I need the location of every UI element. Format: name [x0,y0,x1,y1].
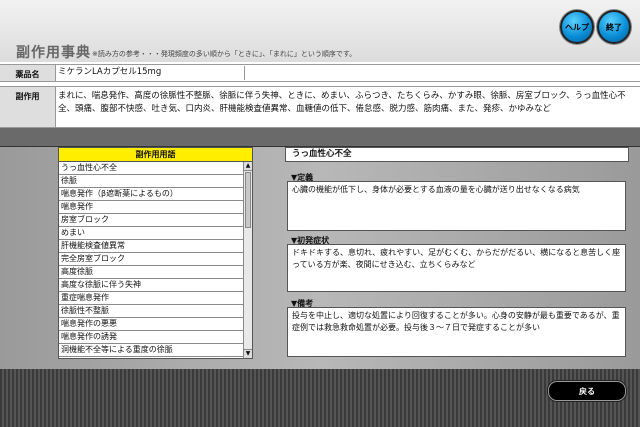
term-list-item[interactable]: 喘息発作の誘発 [59,331,243,344]
term-list-item[interactable]: 喘息発作（β遮断薬によるもの） [59,188,243,201]
term-list-item[interactable]: めまい [59,227,243,240]
symptoms-text: ドキドキする、息切れ、疲れやすい、足がむくむ、からだがだるい、横になると息苦しく… [287,244,626,292]
side-effects-text: まれに、喘息発作、高度の徐脈性不整脈、徐脈に伴う失神、ときに、めまい、ふらつき、… [58,91,626,114]
header: 副作用事典 ※読み方の参考・・・発現頻度の多い順から「ときに」、「まれに」という… [0,0,640,62]
app-window: 副作用事典 ※読み方の参考・・・発現頻度の多い順から「ときに」、「まれに」という… [0,0,640,427]
drug-name-row: 薬品名 ミケランLAカプセル15mg [0,64,640,82]
drug-name-value: ミケランLAカプセル15mg [58,66,245,80]
definition-text: 心臓の機能が低下し、身体が必要とする血液の量を心臓が送り出せなくなる病気 [287,181,626,231]
notes-text: 投与を中止し、適切な処置により回復することが多い。心身の安静が最も重要であるが、… [287,307,626,357]
term-list-header: 副作用用語 [58,147,253,162]
separator-band [0,128,640,147]
term-list-item[interactable]: 徐脈性不整脈 [59,305,243,318]
term-list-item[interactable]: うっ血性心不全 [59,162,243,175]
main-panel: 副作用用語 うっ血性心不全 徐脈 喘息発作（β遮断薬によるもの） 喘息発作 房室ブロック… [0,147,640,369]
side-effects-label: 副作用 [0,87,56,127]
selected-term: うっ血性心不全 [292,149,352,159]
help-button[interactable]: ヘルプ [560,10,594,44]
term-list[interactable]: うっ血性心不全 徐脈 喘息発作（β遮断薬によるもの） 喘息発作 房室ブロック めまい 肝機能… [58,161,253,359]
reading-note: ※読み方の参考・・・発現頻度の多い順から「ときに」、「まれに」という順序です。 [92,50,357,58]
selected-term-box: うっ血性心不全 [285,147,629,162]
term-list-item[interactable]: 喘息発作の悪悪 [59,318,243,331]
term-list-item[interactable]: 洞機能不全等による重度の徐脈 [59,344,243,357]
term-list-item[interactable]: 喘息発作 [59,201,243,214]
scroll-down-arrow-icon[interactable]: ▼ [244,349,252,358]
side-effects-row: 副作用 まれに、喘息発作、高度の徐脈性不整脈、徐脈に伴う失神、ときに、めまい、ふ… [0,86,640,128]
back-button[interactable]: 戻る [548,381,626,401]
drug-name-label: 薬品名 [0,65,56,81]
exit-button[interactable]: 終了 [597,10,631,44]
scroll-up-arrow-icon[interactable]: ▲ [244,162,252,171]
term-list-item[interactable]: 房室ブロック [59,214,243,227]
scroll-thumb[interactable] [245,172,251,228]
footer: 戻る [0,369,640,427]
term-list-item[interactable]: 徐脈 [59,175,243,188]
term-list-item[interactable]: 高度な徐脈に伴う失神 [59,279,243,292]
term-list-item[interactable]: 完全房室ブロック [59,253,243,266]
term-list-item[interactable]: 重症喘息発作 [59,292,243,305]
list-scrollbar[interactable]: ▲ ▼ [243,162,252,358]
page-title: 副作用事典 [16,45,91,61]
term-list-item[interactable]: 高度徐脈 [59,266,243,279]
term-list-items: うっ血性心不全 徐脈 喘息発作（β遮断薬によるもの） 喘息発作 房室ブロック めまい 肝機能… [59,162,243,357]
term-list-item[interactable]: 肝機能検査値異常 [59,240,243,253]
